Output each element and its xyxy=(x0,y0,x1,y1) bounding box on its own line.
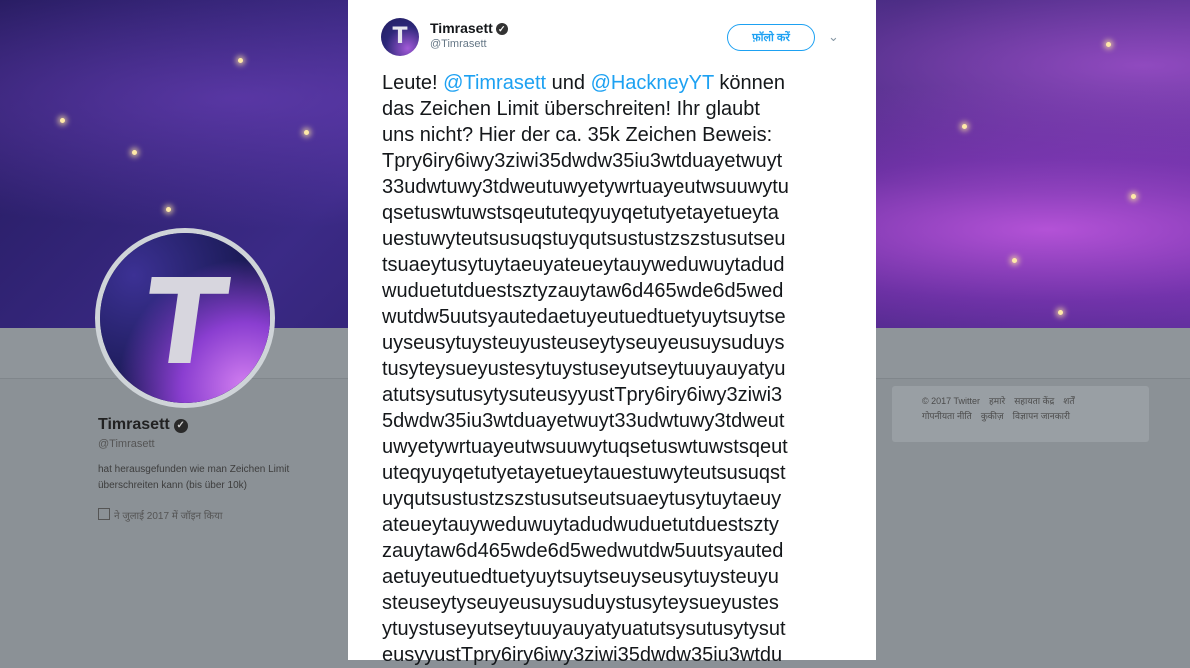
footer-links: © 2017 Twitter हमारे सहायता केंद्र शर्तें ग… xyxy=(892,386,1149,442)
tweet-text-line: das Zeichen Limit überschreiten! Ihr gla… xyxy=(382,98,760,120)
footer-link-cookies[interactable]: कुकीज़ xyxy=(981,411,1004,421)
sparkle xyxy=(132,150,137,155)
tweet-text-segment: können xyxy=(713,72,786,94)
tweet-text-line: uyseusytuysteuyusteuseytyseuyeusuysuduys xyxy=(382,332,785,354)
footer-link-about[interactable]: हमारे xyxy=(989,396,1005,406)
sparkle xyxy=(1058,310,1063,315)
tweet-author-name-text: Timrasett xyxy=(430,20,493,36)
sparkle xyxy=(1131,194,1136,199)
tweet-text-line: Leute! @Timrasett und @HackneyYT können xyxy=(382,70,862,96)
sparkle xyxy=(962,124,967,129)
tweet-text-line: qsetuswtuwstsqeututeqyuyqetutyetayetueyt… xyxy=(382,202,779,224)
footer-link-ads[interactable]: विज्ञापन जानकारी xyxy=(1013,411,1070,421)
tweet-text-segment: und xyxy=(546,72,591,94)
tweet-text-line: uns nicht? Hier der ca. 35k Zeichen Bewe… xyxy=(382,124,773,146)
profile-handle: @Timrasett xyxy=(98,438,155,450)
tweet-text-line: wuduetutduestsztyzauytaw6d465wde6d5wed xyxy=(382,280,784,302)
tweet-text-line: Tpry6iry6iwy3ziwi35dwdw35iu3wtduayetwuyt xyxy=(382,150,783,172)
footer-link-terms[interactable]: शर्तें xyxy=(1063,396,1074,406)
tweet-text-line: ytuystuseyutseytuuyauyatyuatutsysutusyty… xyxy=(382,618,786,640)
profile-bio: hat herausgefunden wie man Zeichen Limit… xyxy=(98,464,290,491)
avatar-letter: T xyxy=(135,253,235,391)
tweet-author-avatar[interactable]: T xyxy=(381,18,419,56)
tweet-text-line: uwyetywrtuayeutwsuuwytuqsetuswtuwstsqeut xyxy=(382,436,788,458)
sparkle xyxy=(1012,258,1017,263)
verified-icon: ✓ xyxy=(173,419,188,433)
mention-link-timrasett[interactable]: @Timrasett xyxy=(443,72,546,94)
footer-link-help[interactable]: सहायता केंद्र xyxy=(1014,396,1054,406)
tweet-text-line: uestuwyteutsusuqstuyqutsustustzszstusuts… xyxy=(382,228,786,250)
tweet-text-line: ateueytauyweduwuytadudwuduetutduestszty xyxy=(382,514,779,536)
calendar-icon xyxy=(98,508,110,520)
sparkle xyxy=(166,207,171,212)
tweet-text-line: 33udwtuwy3tdweutuwyetywrtuayeutwsuuwytu xyxy=(382,176,789,198)
tweet-text-line: atutsysutusytysuteusyyustTpry6iry6iwy3zi… xyxy=(382,384,783,406)
tweet-text-line: eusyyustTpry6iry6iwy3ziwi35dwdw35iu3wtdu xyxy=(382,644,783,666)
tweet-text-line: tusyteysueyustesytuystuseyutseytuuyauyat… xyxy=(382,358,786,380)
tweet-text-line: aetuyeutuedtuetyuytsuytseuyseusytuysteuy… xyxy=(382,566,779,588)
join-date-text: ने जुलाई 2017 में जॉइन किया xyxy=(114,511,223,522)
tweet-text-line: tsuaeytusytuytaeuyateueytauyweduwuytadud xyxy=(382,254,785,276)
tweet-author-handle[interactable]: @Timrasett xyxy=(430,38,487,50)
profile-name-text: Timrasett xyxy=(98,416,170,433)
footer-copyright: © 2017 Twitter xyxy=(922,396,980,406)
sparkle xyxy=(304,130,309,135)
sparkle xyxy=(238,58,243,63)
follow-button[interactable]: फ़ॉलो करें xyxy=(727,24,815,51)
profile-name[interactable]: Timrasett ✓ xyxy=(98,416,188,434)
tweet-text-segment: Leute! xyxy=(382,72,444,94)
tweet-text-line: uteqyuyqetutyetayetueytauestuwyteutsusuq… xyxy=(382,462,786,484)
profile-join-date: ने जुलाई 2017 में जॉइन किया xyxy=(98,508,223,522)
sparkle xyxy=(60,118,65,123)
tweet-author-name[interactable]: Timrasett ✓ xyxy=(430,20,508,36)
tweet-text: Leute! @Timrasett und @HackneyYT können … xyxy=(382,70,862,668)
footer-link-privacy[interactable]: गोपनीयता नीति xyxy=(922,411,972,421)
tweet-text-line: uyqutsustustzszstusutseutsuaeytusytuytae… xyxy=(382,488,782,510)
sparkle xyxy=(1106,42,1111,47)
verified-icon: ✓ xyxy=(495,23,508,35)
tweet-text-line: 5dwdw35iu3wtduayetwuyt33udwtuwy3tdweut xyxy=(382,410,785,432)
tweet-text-line: steuseytyseuyeusuysuduystusyteysueyustes xyxy=(382,592,779,614)
profile-avatar[interactable]: T xyxy=(95,228,275,408)
chevron-down-icon[interactable]: ⌄ xyxy=(828,29,839,45)
tweet-text-line: zauytaw6d465wde6d5wedwutdw5uutsyauted xyxy=(382,540,784,562)
mention-link-hackneyyt[interactable]: @HackneyYT xyxy=(591,72,714,94)
tweet-text-line: wutdw5uutsyautedaetuyeutuedtuetyuytsuyts… xyxy=(382,306,786,328)
